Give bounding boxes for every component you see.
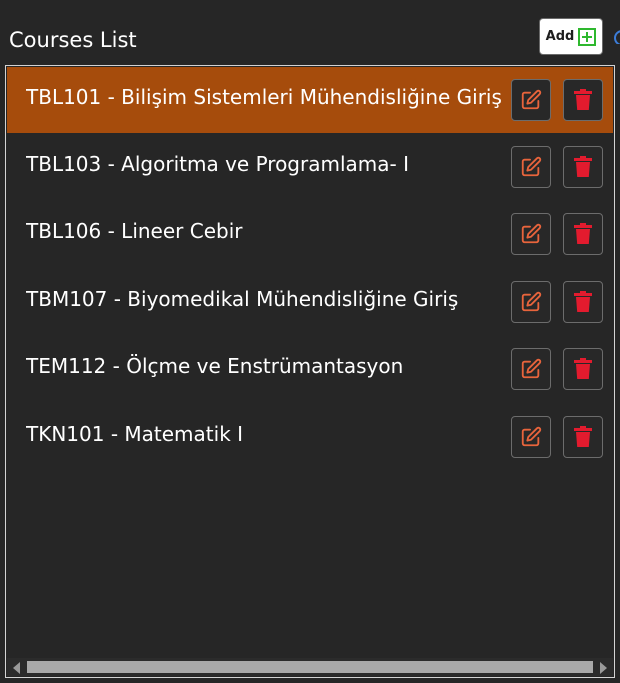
pencil-square-icon bbox=[521, 89, 542, 110]
add-button-label: Add bbox=[545, 29, 575, 44]
page-title: Courses List bbox=[9, 28, 137, 52]
trash-icon bbox=[574, 89, 592, 110]
trash-icon bbox=[574, 291, 592, 312]
edit-course-button[interactable] bbox=[511, 146, 551, 188]
scroll-left-arrow-icon[interactable] bbox=[13, 662, 20, 674]
edit-course-button[interactable] bbox=[511, 416, 551, 458]
plus-square-icon bbox=[578, 27, 597, 46]
pencil-square-icon bbox=[521, 291, 542, 312]
course-label: TBL103 - Algoritma ve Programlama- I bbox=[26, 152, 409, 176]
trash-icon bbox=[574, 426, 592, 447]
trash-icon bbox=[574, 223, 592, 244]
course-label: TBL101 - Bilişim Sistemleri Mühendisliği… bbox=[26, 85, 502, 109]
pencil-square-icon bbox=[521, 358, 542, 379]
course-label: TEM112 - Ölçme ve Enstrümantasyon bbox=[26, 354, 404, 378]
course-label: TBM107 - Biyomedikal Mühendisliğine Giri… bbox=[26, 287, 459, 311]
add-course-button[interactable]: Add bbox=[539, 18, 603, 55]
help-icon[interactable] bbox=[614, 30, 620, 44]
course-row[interactable]: TBL103 - Algoritma ve Programlama- I bbox=[7, 134, 613, 200]
scroll-right-arrow-icon[interactable] bbox=[600, 662, 607, 674]
delete-course-button[interactable] bbox=[563, 416, 603, 458]
course-row[interactable]: TKN101 - Matematik I bbox=[7, 404, 613, 470]
trash-icon bbox=[574, 358, 592, 379]
edit-course-button[interactable] bbox=[511, 281, 551, 323]
horizontal-scrollbar[interactable] bbox=[7, 658, 613, 676]
delete-course-button[interactable] bbox=[563, 213, 603, 255]
course-row[interactable]: TBL106 - Lineer Cebir bbox=[7, 201, 613, 267]
courses-list: TBL101 - Bilişim Sistemleri Mühendisliği… bbox=[5, 65, 615, 678]
pencil-square-icon bbox=[521, 156, 542, 177]
delete-course-button[interactable] bbox=[563, 79, 603, 121]
edit-course-button[interactable] bbox=[511, 79, 551, 121]
edit-course-button[interactable] bbox=[511, 348, 551, 390]
course-label: TBL106 - Lineer Cebir bbox=[26, 219, 243, 243]
scrollbar-thumb[interactable] bbox=[27, 661, 593, 673]
course-row[interactable]: TEM112 - Ölçme ve Enstrümantasyon bbox=[7, 336, 613, 402]
delete-course-button[interactable] bbox=[563, 348, 603, 390]
course-label: TKN101 - Matematik I bbox=[26, 422, 244, 446]
edit-course-button[interactable] bbox=[511, 213, 551, 255]
course-row[interactable]: TBM107 - Biyomedikal Mühendisliğine Giri… bbox=[7, 269, 613, 335]
pencil-square-icon bbox=[521, 223, 542, 244]
pencil-square-icon bbox=[521, 426, 542, 447]
course-row[interactable]: TBL101 - Bilişim Sistemleri Mühendisliği… bbox=[7, 67, 613, 133]
trash-icon bbox=[574, 156, 592, 177]
courses-page: Courses List Add TBL101 - Bilişim Sistem… bbox=[0, 0, 620, 683]
delete-course-button[interactable] bbox=[563, 281, 603, 323]
delete-course-button[interactable] bbox=[563, 146, 603, 188]
